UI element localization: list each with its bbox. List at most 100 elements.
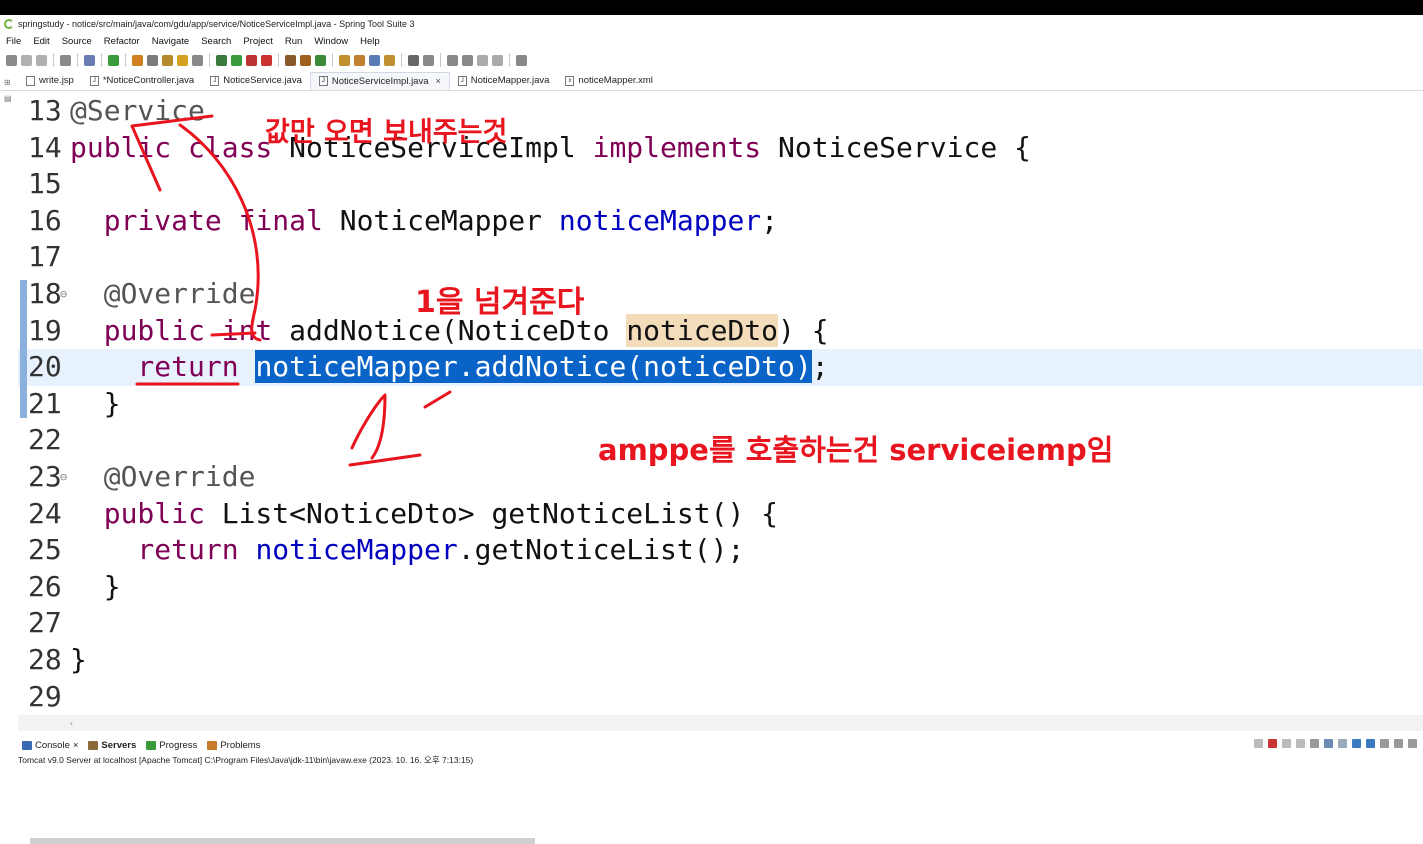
code-line[interactable]: 20 return noticeMapper.addNotice(noticeD… bbox=[18, 349, 1423, 386]
toolbar-button-icon[interactable] bbox=[369, 54, 380, 66]
console-scrollbar[interactable] bbox=[30, 838, 535, 844]
menu-item-run[interactable]: Run bbox=[285, 36, 302, 47]
toolbar-button-icon[interactable] bbox=[423, 54, 434, 66]
toolbar-button-icon[interactable] bbox=[246, 54, 257, 66]
code-line[interactable]: 26 } bbox=[18, 569, 1423, 606]
toolbar-button-icon[interactable] bbox=[477, 54, 488, 66]
code-token: ; bbox=[761, 203, 779, 237]
menu-item-file[interactable]: File bbox=[6, 36, 21, 47]
console-tool-icon[interactable] bbox=[1352, 739, 1361, 748]
code-line[interactable]: 25 return noticeMapper.getNoticeList(); bbox=[18, 532, 1423, 569]
toolbar-button-icon[interactable] bbox=[285, 54, 296, 66]
toolbar-button-icon[interactable] bbox=[354, 54, 365, 66]
code-line[interactable]: 13 @Service bbox=[18, 93, 1423, 130]
menu-bar: File Edit Source Refactor Navigate Search Proj… bbox=[0, 33, 1423, 49]
code-line[interactable]: 16 private final NoticeMapper noticeMapp… bbox=[18, 203, 1423, 240]
fold-toggle-icon[interactable]: ⊖ bbox=[60, 459, 67, 496]
code-line[interactable]: 17 bbox=[18, 239, 1423, 276]
code-token: @Override bbox=[70, 277, 256, 310]
toolbar-button-icon[interactable] bbox=[60, 54, 71, 66]
toolbar-button-icon[interactable] bbox=[300, 54, 311, 66]
console-tool-icon[interactable] bbox=[1254, 739, 1263, 748]
console-tool-icon[interactable] bbox=[1366, 739, 1375, 748]
code-line[interactable]: 14 public class NoticeServiceImpl impleme… bbox=[18, 130, 1423, 167]
toolbar-button-icon[interactable] bbox=[216, 54, 227, 66]
toolbar-button-icon[interactable] bbox=[132, 54, 143, 66]
code-line[interactable]: 29 bbox=[18, 679, 1423, 716]
editor-tab[interactable]: J NoticeMapper.java bbox=[450, 72, 558, 90]
console-tool-icon[interactable] bbox=[1324, 739, 1333, 748]
toolbar-button-icon[interactable] bbox=[315, 54, 326, 66]
code-line[interactable]: 18 ⊖ @Override bbox=[18, 276, 1423, 313]
editor-tab[interactable]: x noticeMapper.xml bbox=[557, 72, 660, 90]
menu-item-edit[interactable]: Edit bbox=[33, 36, 49, 47]
close-tab-icon[interactable]: × bbox=[73, 740, 79, 751]
code-line[interactable]: 24 public List<NoticeDto> getNoticeList(… bbox=[18, 496, 1423, 533]
code-line[interactable]: 28} bbox=[18, 642, 1423, 679]
editor-tab[interactable]: J *NoticeController.java bbox=[82, 72, 202, 90]
code-token: } bbox=[70, 643, 87, 676]
editor-tab[interactable]: write.jsp bbox=[18, 72, 82, 90]
editor-tabs: write.jsp J *NoticeController.java J NoticeS… bbox=[0, 72, 1423, 91]
editor-tab[interactable]: J NoticeService.java bbox=[202, 72, 310, 90]
toolbar-button-icon[interactable] bbox=[108, 54, 119, 66]
toolbar-button-icon[interactable] bbox=[447, 54, 458, 66]
menu-item-project[interactable]: Project bbox=[243, 36, 273, 47]
restore-icon[interactable]: ▤ bbox=[4, 94, 12, 103]
menu-item-window[interactable]: Window bbox=[314, 36, 348, 47]
code-editor[interactable]: 13 @Service 14 public class NoticeServiceIm… bbox=[18, 93, 1423, 715]
menu-item-refactor[interactable]: Refactor bbox=[104, 36, 140, 47]
line-number: 22 bbox=[28, 423, 62, 457]
console-tool-icon[interactable] bbox=[1338, 739, 1347, 748]
console-tool-icon[interactable] bbox=[1282, 739, 1291, 748]
toolbar-button-icon[interactable] bbox=[231, 54, 242, 66]
toolbar-button-icon[interactable] bbox=[408, 54, 419, 66]
close-tab-icon[interactable]: × bbox=[436, 76, 441, 86]
toolbar-button-icon[interactable] bbox=[384, 54, 395, 66]
code-line[interactable]: 15 bbox=[18, 166, 1423, 203]
editor-tab[interactable]: J NoticeServiceImpl.java × bbox=[309, 72, 450, 90]
scroll-left-icon[interactable]: ‹ bbox=[70, 718, 73, 728]
bottom-tab-servers[interactable]: Servers bbox=[88, 740, 136, 751]
fold-toggle-icon[interactable]: ⊖ bbox=[60, 276, 67, 313]
toolbar-button-icon[interactable] bbox=[339, 54, 350, 66]
toolbar-button-icon[interactable] bbox=[21, 54, 32, 66]
toolbar-button-icon[interactable] bbox=[162, 54, 173, 66]
code-token: } bbox=[70, 386, 121, 420]
toolbar-button-icon[interactable] bbox=[462, 54, 473, 66]
console-tool-icon[interactable] bbox=[1296, 739, 1305, 748]
code-line[interactable]: 19 public int addNotice(NoticeDto notice… bbox=[18, 313, 1423, 350]
progress-icon bbox=[146, 740, 157, 750]
editor-horizontal-scrollbar[interactable]: ‹ bbox=[18, 715, 1423, 731]
toolbar-button-icon[interactable] bbox=[147, 54, 158, 66]
console-tool-icon[interactable] bbox=[1268, 739, 1277, 748]
toolbar-button-icon[interactable] bbox=[492, 54, 503, 66]
bottom-tab-console[interactable]: Console × bbox=[22, 740, 78, 751]
code-text: @Service bbox=[70, 93, 205, 130]
java-file-icon: J bbox=[318, 76, 328, 86]
toolbar-button-icon[interactable] bbox=[516, 54, 527, 66]
toolbar-separator bbox=[77, 53, 78, 67]
console-tool-icon[interactable] bbox=[1310, 739, 1319, 748]
annotation-text-2: 1을 넘겨준다 bbox=[415, 285, 585, 320]
code-line[interactable]: 27 bbox=[18, 605, 1423, 642]
code-line[interactable]: 21 } bbox=[18, 386, 1423, 423]
bottom-tab-progress[interactable]: Progress bbox=[146, 740, 197, 751]
title-bar: springstudy - notice/src/main/java/com/g… bbox=[0, 15, 1423, 33]
console-tool-icon[interactable] bbox=[1394, 739, 1403, 748]
console-tool-icon[interactable] bbox=[1380, 739, 1389, 748]
menu-item-search[interactable]: Search bbox=[201, 36, 231, 47]
toolbar-button-icon[interactable] bbox=[177, 54, 188, 66]
toolbar-button-icon[interactable] bbox=[36, 54, 47, 66]
toolbar-button-icon[interactable] bbox=[192, 54, 203, 66]
menu-item-help[interactable]: Help bbox=[360, 36, 380, 47]
toolbar-button-icon[interactable] bbox=[84, 54, 95, 66]
bottom-tab-problems[interactable]: Problems bbox=[207, 740, 260, 751]
menu-item-navigate[interactable]: Navigate bbox=[152, 36, 190, 47]
editor-tab-label: *NoticeController.java bbox=[102, 75, 195, 86]
console-tool-icon[interactable] bbox=[1408, 739, 1417, 748]
menu-item-source[interactable]: Source bbox=[62, 36, 92, 47]
toolbar-button-icon[interactable] bbox=[6, 54, 17, 66]
toolbar-button-icon[interactable] bbox=[261, 54, 272, 66]
line-number: 16 bbox=[28, 203, 62, 237]
